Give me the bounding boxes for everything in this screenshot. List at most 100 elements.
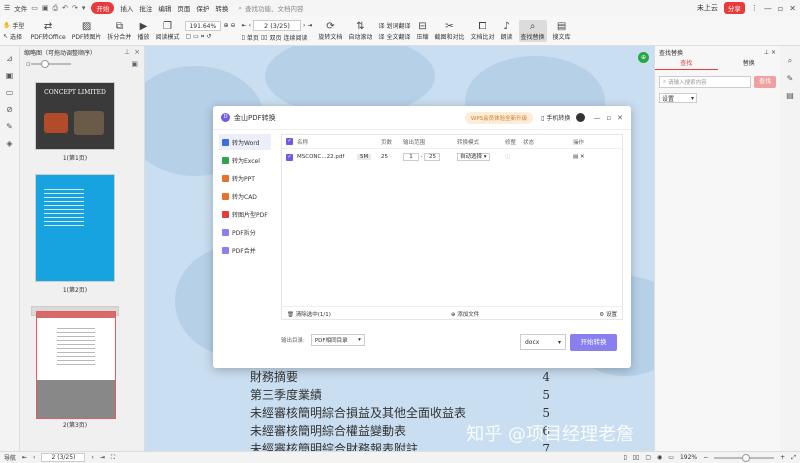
next-page-icon[interactable]: › bbox=[303, 22, 305, 29]
menu-file[interactable]: 文件 bbox=[14, 3, 27, 13]
zoom-in-icon[interactable]: ⊕ bbox=[223, 22, 228, 29]
redo-icon[interactable]: ↷ bbox=[72, 4, 78, 12]
clear-selected-button[interactable]: 🗑 清除选中(1/1) bbox=[287, 310, 331, 318]
select-all-checkbox[interactable]: ✓ bbox=[286, 138, 293, 145]
thumbnail-page-2[interactable]: 1(第2页) bbox=[35, 174, 115, 294]
play-button[interactable]: ▶ 播放 bbox=[137, 21, 149, 41]
first-page-icon[interactable]: ⇤ bbox=[242, 22, 247, 29]
pin-icon[interactable]: ⊥ bbox=[124, 48, 130, 56]
zoom-input[interactable]: 191.64% bbox=[185, 20, 222, 31]
zoom-in-icon[interactable]: + bbox=[780, 454, 785, 461]
attachment-icon[interactable]: ⊘ bbox=[6, 105, 13, 114]
print-icon[interactable]: ⎙ bbox=[53, 4, 59, 13]
mode-select[interactable]: 自动选择 ▾ bbox=[457, 153, 490, 161]
mobile-convert-button[interactable]: ▯ 手机转换 bbox=[541, 113, 570, 122]
find-input[interactable]: ⌕ 请输入搜索内容 bbox=[659, 76, 751, 88]
avatar[interactable] bbox=[576, 113, 586, 122]
zoom-slider[interactable] bbox=[714, 453, 775, 462]
find-replace-button[interactable]: ⌕ 查找替换 bbox=[518, 19, 547, 42]
rotate-left-icon[interactable]: ↺ bbox=[206, 33, 211, 40]
fit-page-icon[interactable]: ▢ bbox=[185, 33, 191, 40]
minimize-icon[interactable]: — bbox=[593, 114, 600, 122]
large-thumb-icon[interactable]: ▣ bbox=[131, 60, 138, 68]
fit-width-icon[interactable]: ▭ bbox=[668, 454, 674, 461]
thumbnail-page-3[interactable]: 2(第3页) bbox=[31, 306, 119, 429]
last-page-icon[interactable]: ⇥ bbox=[307, 22, 312, 29]
convert-to-ppt[interactable]: 转为PPT bbox=[219, 170, 271, 186]
menu-comment[interactable]: 批注 bbox=[139, 3, 152, 13]
range-to-input[interactable]: 25 bbox=[424, 153, 441, 161]
signature-icon[interactable]: ✎ bbox=[6, 122, 13, 131]
read-aloud-button[interactable]: ♪ 朗读 bbox=[501, 21, 513, 41]
view-double-icon[interactable]: ▯▯ bbox=[633, 454, 640, 461]
pdf-to-office-button[interactable]: ⇄ PDF转Office bbox=[31, 21, 66, 41]
pin-icon[interactable]: ⊥ bbox=[764, 49, 769, 56]
add-file-button[interactable]: ⊕ 添加文件 bbox=[451, 310, 479, 318]
maximize-icon[interactable]: ▫ bbox=[778, 4, 783, 13]
properties-icon[interactable]: ▤ bbox=[786, 91, 794, 100]
settings-button[interactable]: ⚙ 设置 bbox=[599, 310, 617, 318]
zoom-out-icon[interactable]: ⊖ bbox=[231, 22, 236, 29]
find-button[interactable]: 查找 bbox=[754, 76, 776, 88]
eye-icon[interactable]: ◉ bbox=[657, 454, 662, 461]
screenshot-button[interactable]: ✂ 截图和对比 bbox=[434, 21, 464, 41]
first-page-icon[interactable]: ⇤ bbox=[22, 454, 27, 461]
more-menu-icon[interactable]: ⋮ bbox=[751, 4, 758, 12]
bookmark-icon[interactable]: ⊿ bbox=[6, 54, 13, 63]
save-icon[interactable]: ▣ bbox=[42, 4, 49, 12]
pdf-to-image-button[interactable]: ▨ PDF转图片 bbox=[72, 21, 102, 41]
tab-replace[interactable]: 替换 bbox=[718, 58, 781, 70]
view-fit-icon[interactable]: ▢ bbox=[645, 454, 651, 461]
split-merge-button[interactable]: ⧉ 拆分合并 bbox=[107, 21, 131, 41]
hamburger-icon[interactable]: ☰ bbox=[4, 4, 10, 12]
search-side-icon[interactable]: ⌕ bbox=[788, 56, 792, 66]
fit-width-icon[interactable]: ▭ bbox=[193, 33, 199, 40]
status-zoom[interactable]: 192% bbox=[680, 454, 697, 461]
share-button[interactable]: 分享 bbox=[723, 2, 745, 14]
open-icon[interactable]: ▭ bbox=[31, 4, 38, 12]
convert-to-word[interactable]: 转为Word bbox=[219, 134, 271, 150]
crop-icon[interactable]: ⌗ bbox=[201, 33, 204, 41]
comment-icon[interactable]: ▭ bbox=[6, 88, 14, 97]
fullscreen-icon[interactable]: ⛶ bbox=[111, 454, 115, 462]
hand-tool[interactable]: ✋ 手型 bbox=[3, 21, 25, 30]
auto-scroll-button[interactable]: ⇅ 自动滚动 bbox=[348, 21, 372, 41]
expand-icon[interactable]: ⤢ bbox=[791, 454, 796, 462]
prev-page-icon[interactable]: ‹ bbox=[33, 454, 35, 461]
slider-knob[interactable] bbox=[40, 60, 49, 68]
start-convert-button[interactable]: 开始转换 bbox=[570, 334, 617, 351]
full-translate-button[interactable]: 译全文翻译 bbox=[378, 32, 410, 41]
pdf-split[interactable]: PDF拆分 bbox=[219, 224, 271, 240]
compare-button[interactable]: ⧠ 文档比对 bbox=[471, 21, 495, 41]
read-mode-button[interactable]: ❐ 阅读模式 bbox=[155, 21, 179, 41]
cloud-status[interactable]: 未上云 bbox=[697, 3, 718, 13]
maximize-icon[interactable]: ▫ bbox=[606, 114, 611, 122]
rotate-doc-button[interactable]: ⟳ 旋转文档 bbox=[318, 21, 342, 41]
convert-to-cad[interactable]: 转为CAD bbox=[219, 188, 271, 204]
format-select[interactable]: docx ▾ bbox=[520, 334, 566, 350]
effect-toggle[interactable]: ◫ bbox=[505, 154, 510, 160]
page-input[interactable]: 2 (3/25) bbox=[252, 19, 301, 31]
undo-icon[interactable]: ↶ bbox=[62, 4, 68, 12]
range-from-input[interactable]: 1 bbox=[403, 153, 419, 161]
nav-toggle[interactable]: 导航 bbox=[4, 453, 16, 462]
row-checkbox[interactable]: ✓ bbox=[286, 153, 293, 161]
menu-page[interactable]: 页面 bbox=[177, 3, 190, 13]
menu-insert[interactable]: 插入 bbox=[120, 3, 133, 13]
double-page-button[interactable]: 双页 bbox=[269, 33, 281, 42]
tab-find[interactable]: 查找 bbox=[655, 58, 718, 70]
menu-convert[interactable]: 转换 bbox=[215, 3, 228, 13]
compress-button[interactable]: ⊟ 压缩 bbox=[416, 21, 428, 41]
pen-icon[interactable]: ✎ bbox=[787, 74, 794, 83]
search-box[interactable]: ⌕ 查找功能、文档内容 bbox=[238, 3, 303, 14]
close-panel-icon[interactable]: × bbox=[771, 49, 776, 56]
zoom-out-icon[interactable]: − bbox=[703, 454, 708, 461]
close-icon[interactable]: ✕ bbox=[617, 114, 623, 122]
status-page-input[interactable]: 2 (3/25) bbox=[41, 453, 86, 462]
convert-to-image-pdf[interactable]: 转图片型PDF bbox=[219, 206, 271, 222]
close-window-icon[interactable]: ✕ bbox=[789, 4, 796, 13]
output-dir-select[interactable]: PDF相同目录 ▾ bbox=[310, 334, 365, 346]
more-icon[interactable]: ▾ bbox=[82, 4, 86, 12]
last-page-icon[interactable]: ⇥ bbox=[100, 454, 105, 461]
word-translate-button[interactable]: 译划词翻译 bbox=[378, 21, 410, 30]
